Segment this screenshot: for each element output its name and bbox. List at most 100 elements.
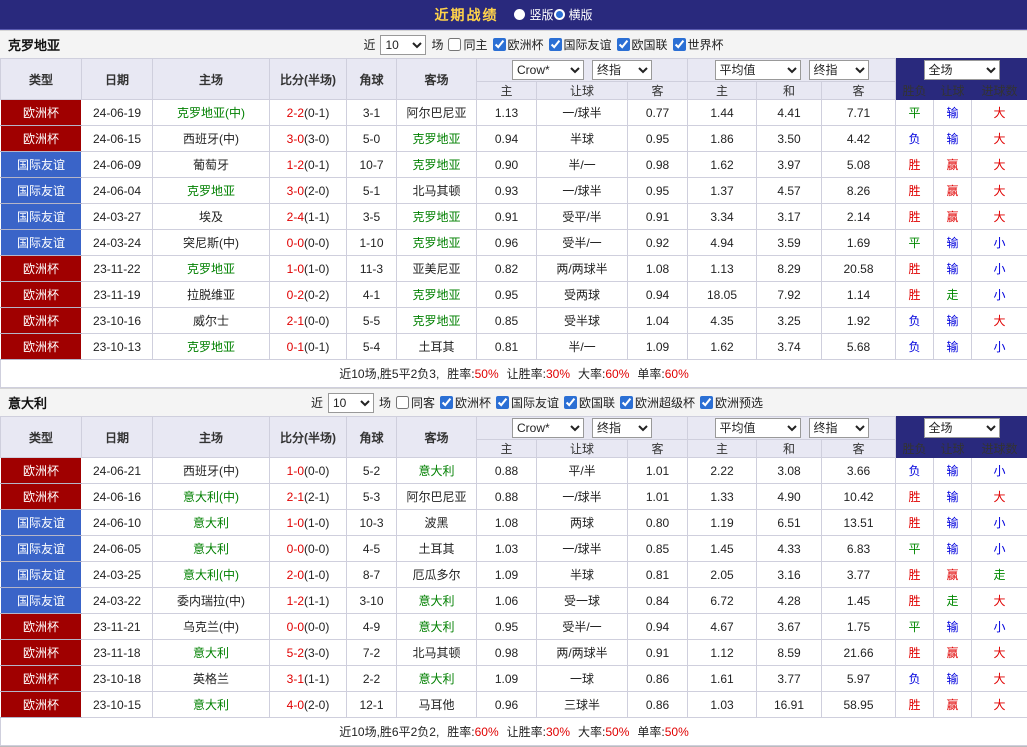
home-team[interactable]: 西班牙(中) — [152, 125, 270, 152]
odds-home: 0.88 — [476, 457, 537, 484]
home-team[interactable]: 葡萄牙 — [152, 151, 270, 178]
final-odds-select-2[interactable]: 终指 — [808, 60, 869, 80]
away-team[interactable]: 阿尔巴尼亚 — [396, 483, 477, 510]
home-team[interactable]: 意大利 — [152, 639, 270, 666]
match-row: 国际友谊 24-06-05 意大利 0-0(0-0) 4-5 土耳其 1.03 … — [0, 535, 1027, 562]
home-team[interactable]: 克罗地亚 — [152, 255, 270, 282]
competition-checkbox[interactable] — [564, 396, 578, 409]
home-team[interactable]: 意大利 — [152, 535, 270, 562]
handicap: 受一球 — [536, 587, 628, 614]
filter-competition-0-0[interactable]: 欧洲杯 — [492, 36, 544, 53]
result-wdl: 负 — [895, 307, 935, 334]
home-team[interactable]: 委内瑞拉(中) — [152, 587, 270, 614]
handicap: 半/一 — [536, 333, 628, 360]
away-team[interactable]: 克罗地亚 — [396, 125, 477, 152]
match-row: 国际友谊 24-06-10 意大利 1-0(1-0) 10-3 波黑 1.08 … — [0, 509, 1027, 536]
same-venue-filter[interactable]: 同主 — [448, 36, 488, 53]
filter-competition-1-0[interactable]: 欧洲杯 — [439, 394, 491, 411]
result-wdl: 胜 — [895, 281, 935, 308]
match-count-select[interactable]: 10 — [380, 34, 427, 55]
away-team[interactable]: 土耳其 — [396, 535, 477, 562]
avg-home: 1.61 — [687, 665, 758, 692]
home-team[interactable]: 意大利(中) — [152, 561, 270, 588]
away-team[interactable]: 北马其顿 — [396, 177, 477, 204]
scope-select[interactable]: 全场 — [923, 60, 1000, 80]
average-select[interactable]: 平均值 — [714, 418, 801, 438]
games-label: 场 — [378, 396, 391, 410]
competition-badge: 欧洲杯 — [0, 639, 82, 666]
competition-checkbox[interactable] — [700, 396, 714, 409]
summary-row: 近10场,胜6平2负2, 胜率:60% 让胜率:30% 大率:50% 单率:50% — [0, 717, 1027, 746]
scope-select[interactable]: 全场 — [923, 418, 1000, 438]
bookmaker-select[interactable]: Crow* — [512, 60, 584, 80]
final-odds-select[interactable]: 终指 — [592, 418, 652, 438]
layout-option-1[interactable]: 横版 — [553, 6, 593, 23]
recent-results-page: 近期战绩 竖版 横版 克罗地亚 近 10 场 同主 欧洲杯 国际友谊 欧国联 世界杯 — [0, 0, 1027, 747]
away-team[interactable]: 北马其顿 — [396, 639, 477, 666]
home-team[interactable]: 意大利(中) — [152, 483, 270, 510]
home-team[interactable]: 克罗地亚 — [152, 333, 270, 360]
full-time-score: 0-0 — [286, 619, 304, 634]
odds-home: 0.81 — [476, 333, 537, 360]
home-team[interactable]: 克罗地亚(中) — [152, 99, 270, 126]
away-team[interactable]: 克罗地亚 — [396, 281, 477, 308]
filter-competition-1-1[interactable]: 国际友谊 — [496, 394, 559, 411]
filter-competition-0-1[interactable]: 国际友谊 — [548, 36, 612, 53]
bookmaker-select[interactable]: Crow* — [512, 418, 584, 438]
layout-option-0[interactable]: 竖版 — [514, 6, 554, 23]
away-team[interactable]: 阿尔巴尼亚 — [396, 99, 477, 126]
home-team[interactable]: 英格兰 — [152, 665, 270, 692]
filter-competition-1-4[interactable]: 欧洲预选 — [700, 394, 763, 411]
competition-checkbox[interactable] — [496, 396, 509, 409]
home-team[interactable]: 突尼斯(中) — [152, 229, 270, 256]
away-team[interactable]: 土耳其 — [396, 333, 477, 360]
home-team[interactable]: 意大利 — [152, 509, 270, 536]
home-team[interactable]: 拉脱维亚 — [152, 281, 270, 308]
away-team[interactable]: 厄瓜多尔 — [396, 561, 477, 588]
competition-checkbox[interactable] — [548, 38, 562, 51]
handicap: 一/球半 — [536, 99, 628, 126]
filter-competition-1-3[interactable]: 欧洲超级杯 — [620, 394, 695, 411]
odds-away: 0.86 — [626, 691, 689, 718]
summary-prefix: 近10场,胜6平2负2, — [339, 725, 440, 739]
away-team[interactable]: 克罗地亚 — [396, 203, 477, 230]
competition-checkbox[interactable] — [672, 38, 686, 51]
competition-checkbox[interactable] — [620, 396, 634, 409]
home-team[interactable]: 克罗地亚 — [152, 177, 270, 204]
same-venue-filter[interactable]: 同客 — [395, 394, 435, 411]
final-odds-select[interactable]: 终指 — [592, 60, 652, 80]
handicap: 两/两球半 — [536, 255, 628, 282]
average-select[interactable]: 平均值 — [714, 60, 801, 80]
match-count-select[interactable]: 10 — [327, 392, 374, 413]
home-team[interactable]: 威尔士 — [152, 307, 270, 334]
same-venue-checkbox[interactable] — [395, 396, 409, 409]
radio-label: 横版 — [568, 8, 593, 22]
home-team[interactable]: 意大利 — [152, 691, 270, 718]
competition-checkbox[interactable] — [439, 396, 453, 409]
result-wdl: 胜 — [895, 561, 935, 588]
competition-checkbox[interactable] — [492, 38, 506, 51]
filter-competition-1-2[interactable]: 欧国联 — [564, 394, 615, 411]
final-odds-select-2[interactable]: 终指 — [808, 418, 869, 438]
radio-icon — [553, 9, 565, 20]
home-team[interactable]: 西班牙(中) — [152, 457, 270, 484]
home-team[interactable]: 埃及 — [152, 203, 270, 230]
away-team[interactable]: 克罗地亚 — [396, 307, 477, 334]
away-team[interactable]: 意大利 — [396, 587, 477, 614]
away-team[interactable]: 意大利 — [396, 613, 477, 640]
competition-checkbox[interactable] — [616, 38, 630, 51]
away-team[interactable]: 波黑 — [396, 509, 477, 536]
away-team[interactable]: 克罗地亚 — [396, 151, 477, 178]
away-team[interactable]: 马耳他 — [396, 691, 477, 718]
home-team[interactable]: 乌克兰(中) — [152, 613, 270, 640]
result-handicap: 输 — [933, 255, 973, 282]
score-cell: 2-1(0-0) — [269, 307, 347, 334]
away-team[interactable]: 意大利 — [396, 457, 477, 484]
filter-competition-0-2[interactable]: 欧国联 — [616, 36, 668, 53]
away-team[interactable]: 意大利 — [396, 665, 477, 692]
filter-competition-0-3[interactable]: 世界杯 — [672, 36, 724, 53]
away-team[interactable]: 克罗地亚 — [396, 229, 477, 256]
match-date: 24-03-25 — [81, 561, 153, 588]
away-team[interactable]: 亚美尼亚 — [396, 255, 477, 282]
same-venue-checkbox[interactable] — [448, 38, 462, 51]
